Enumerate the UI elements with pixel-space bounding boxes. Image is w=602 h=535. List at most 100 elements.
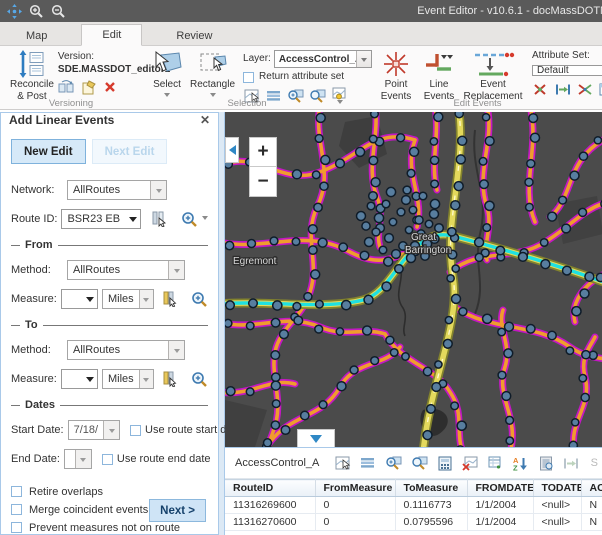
use-route-start-date-checkbox[interactable] [130, 425, 141, 436]
point-events-button[interactable]: Point Events [374, 49, 418, 97]
split-event-icon[interactable] [532, 81, 549, 97]
col-ac[interactable]: AC [581, 480, 602, 497]
add-record-icon[interactable] [488, 455, 504, 471]
cell[interactable]: 11316269600 [225, 497, 315, 514]
close-icon[interactable]: ✕ [200, 113, 210, 127]
zoom-out-icon[interactable] [50, 3, 66, 19]
select-route-on-map-icon[interactable] [151, 211, 167, 227]
event-replacement-button[interactable]: Event Replacement [460, 49, 526, 97]
reconcile-post-icon [18, 50, 46, 78]
col-fromdate[interactable]: FROMDATE [467, 480, 533, 497]
retire-overlaps-checkbox[interactable] [11, 486, 22, 497]
new-edit-button[interactable]: New Edit [11, 139, 86, 164]
reconcile-post-button[interactable]: Reconcile & Post [6, 49, 58, 97]
collapse-panel-button[interactable] [225, 137, 239, 163]
from-measure-label: Measure: [11, 293, 57, 305]
attribute-set-combo[interactable]: Default [532, 65, 602, 77]
from-measure-combo-arrow-icon[interactable] [83, 292, 97, 306]
retire-icon[interactable] [563, 455, 579, 471]
pan-icon[interactable] [6, 3, 22, 19]
tab-edit[interactable]: Edit [81, 24, 142, 46]
next-button[interactable]: Next > [149, 499, 206, 522]
from-measure-combo[interactable] [61, 289, 98, 309]
select-button[interactable]: Select [148, 49, 186, 97]
from-units-combo[interactable]: Miles [102, 289, 154, 309]
pan-to-selected-icon[interactable] [411, 455, 428, 471]
to-method-combo[interactable]: AllRoutes [67, 340, 185, 360]
return-attribute-set-label: Return attribute set [259, 71, 344, 84]
map-zoom-in-button[interactable]: + [249, 137, 277, 167]
col-frommeasure[interactable]: FromMeasure [315, 480, 395, 497]
compare-versions-icon[interactable] [58, 79, 75, 95]
select-features-icon[interactable] [334, 455, 350, 471]
cell[interactable]: 0 [315, 514, 395, 531]
cell[interactable]: <null> [533, 514, 581, 531]
map-view[interactable]: Egremont Great Barrington + − [225, 112, 602, 447]
col-todate[interactable]: TODATE [533, 480, 581, 497]
from-units-combo-arrow-icon[interactable] [139, 290, 153, 308]
network-combo-arrow-icon[interactable] [150, 181, 166, 199]
data-review-icon[interactable] [538, 455, 554, 471]
line-events-button[interactable]: Line Events [418, 49, 460, 97]
attribute-window-icon[interactable] [598, 81, 602, 97]
start-date-combo-arrow-icon[interactable] [103, 421, 119, 439]
route-zoom-icon[interactable] [181, 211, 198, 227]
cell[interactable]: 0 [315, 497, 395, 514]
to-measure-pick-icon[interactable] [162, 371, 177, 387]
to-method-combo-arrow-icon[interactable] [168, 341, 184, 359]
cell[interactable]: N [581, 514, 602, 531]
tab-map[interactable]: Map [10, 26, 63, 46]
to-measure-combo-arrow-icon[interactable] [83, 372, 97, 386]
zoom-in-icon[interactable] [28, 3, 44, 19]
route-id-combo-arrow-icon[interactable] [126, 212, 140, 226]
to-zoom-icon[interactable] [191, 371, 208, 387]
new-version-icon[interactable] [80, 79, 97, 95]
clear-selection-icon[interactable] [462, 455, 478, 471]
retire-event-icon[interactable] [554, 81, 571, 97]
cell[interactable]: 1/1/2004 [467, 497, 533, 514]
cell[interactable]: 11316270600 [225, 514, 315, 531]
delete-version-icon[interactable] [102, 79, 119, 95]
zoom-to-selected-icon[interactable] [385, 455, 402, 471]
use-route-end-date-checkbox[interactable] [102, 454, 113, 465]
sort-icon[interactable]: AZ [513, 455, 529, 471]
map-zoom-out-button[interactable]: − [249, 167, 277, 197]
table-row[interactable]: 11316269600 0 0.1116773 1/1/2004 <null> … [225, 497, 602, 514]
table-row[interactable]: 11316270600 0 0.0795596 1/1/2004 <null> … [225, 514, 602, 531]
route-zoom-dropdown-icon[interactable] [202, 216, 208, 223]
calculator-icon[interactable] [437, 455, 453, 471]
cell[interactable]: 0.1116773 [395, 497, 467, 514]
route-id-combo[interactable]: BSR23 EB [61, 209, 141, 229]
cell[interactable]: 0.0795596 [395, 514, 467, 531]
col-routeid[interactable]: RouteID [225, 480, 315, 497]
from-zoom-icon[interactable] [191, 291, 208, 307]
rectangle-icon [198, 50, 228, 78]
start-date-combo[interactable]: 7/18/ [68, 420, 120, 440]
attribute-table: RouteID FromMeasure ToMeasure FROMDATE T… [225, 478, 602, 535]
merge-coincident-events-checkbox[interactable] [11, 504, 22, 515]
end-date-combo[interactable] [64, 449, 92, 469]
to-units-combo[interactable]: Miles [102, 369, 154, 389]
return-attribute-set-checkbox[interactable] [243, 72, 254, 83]
versioning-group-label: Versioning [0, 98, 142, 109]
to-units-combo-arrow-icon[interactable] [139, 370, 153, 388]
prevent-measures-checkbox[interactable] [11, 522, 22, 533]
rectangle-button[interactable]: Rectangle [186, 49, 239, 97]
collapse-table-button[interactable] [297, 429, 335, 447]
end-date-combo-arrow-icon[interactable] [75, 450, 91, 468]
merge-coincident-events-label: Merge coincident events [29, 504, 148, 516]
from-method-combo-arrow-icon[interactable] [168, 261, 184, 279]
from-method-combo[interactable]: AllRoutes [67, 260, 185, 280]
tab-review[interactable]: Review [160, 26, 228, 46]
col-tomeasure[interactable]: ToMeasure [395, 480, 467, 497]
next-edit-button: Next Edit [92, 139, 168, 164]
from-measure-pick-icon[interactable] [162, 291, 177, 307]
cell[interactable]: <null> [533, 497, 581, 514]
merge-events-icon[interactable] [576, 81, 593, 97]
to-measure-combo[interactable] [61, 369, 98, 389]
network-combo[interactable]: AllRoutes [67, 180, 167, 200]
cell[interactable]: N [581, 497, 602, 514]
network-label: Network: [11, 184, 63, 196]
show-records-icon[interactable] [360, 455, 376, 471]
cell[interactable]: 1/1/2004 [467, 514, 533, 531]
